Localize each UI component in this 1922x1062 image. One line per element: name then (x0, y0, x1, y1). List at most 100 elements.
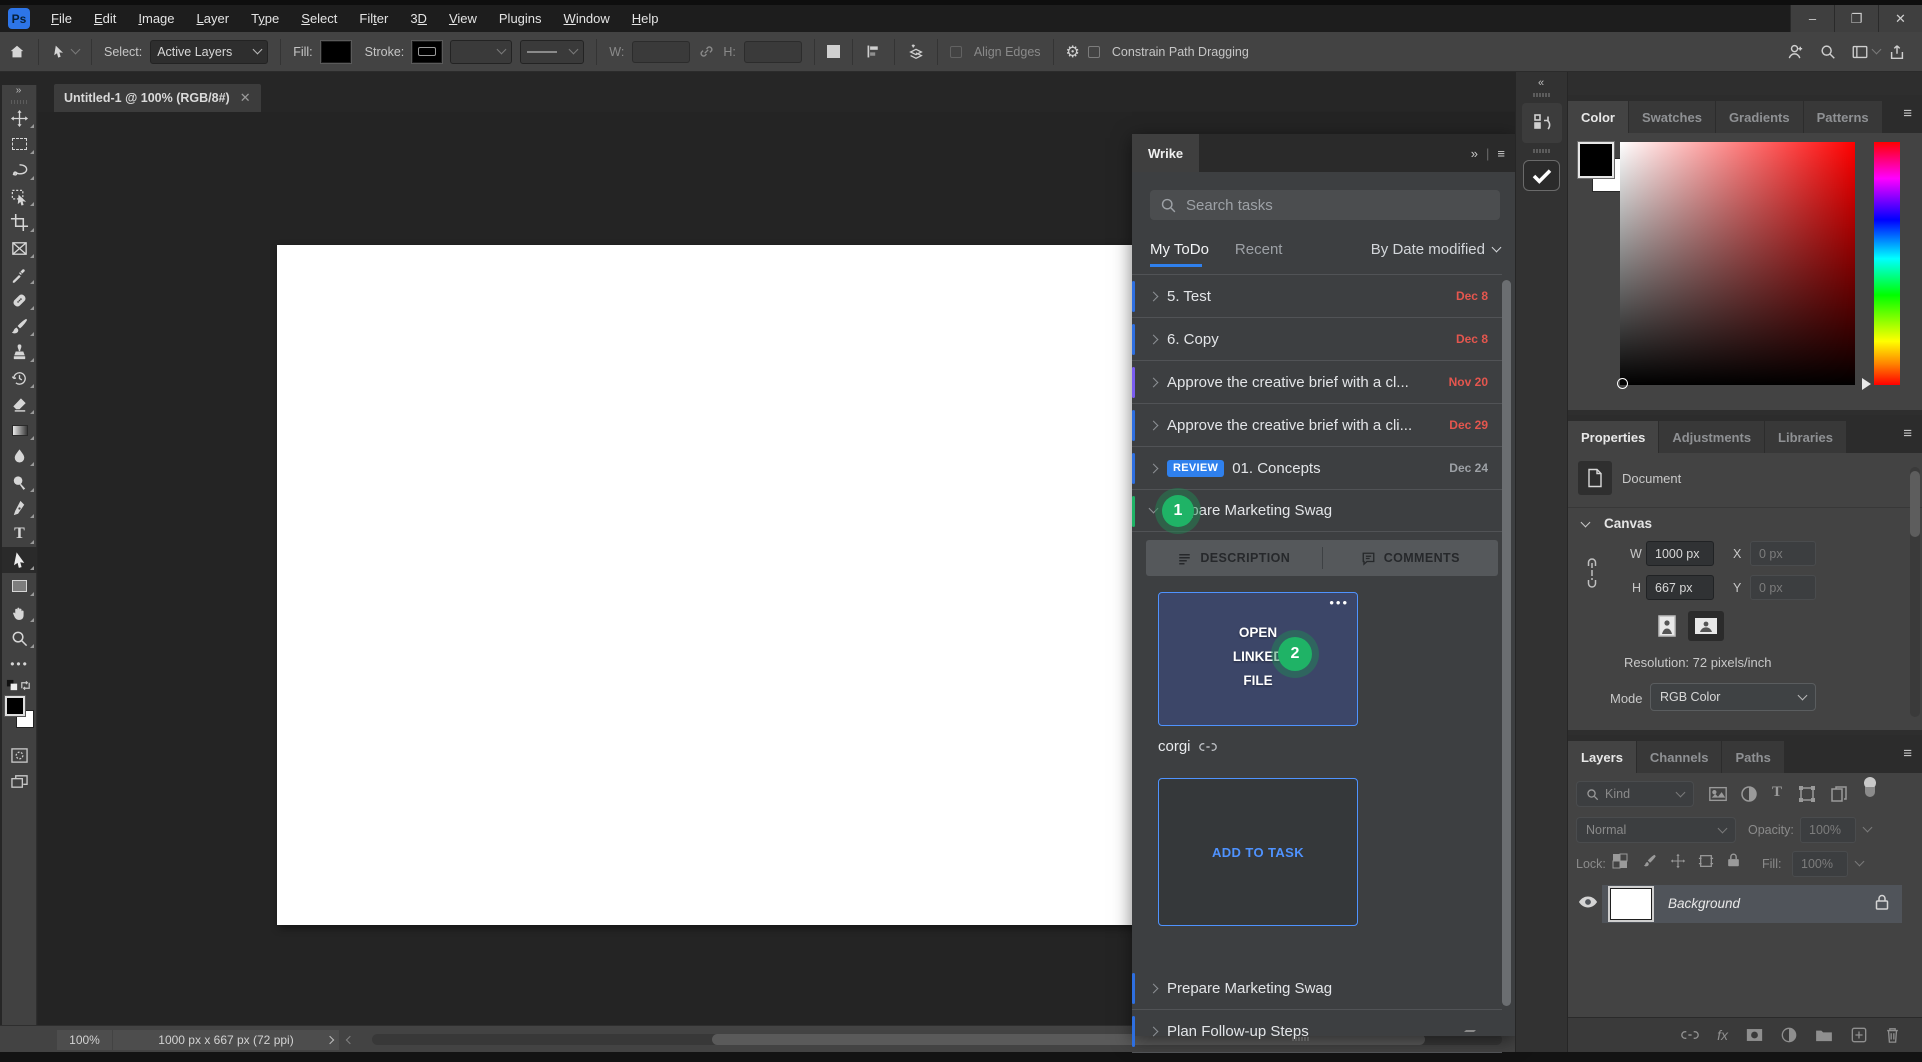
layer-thumbnail[interactable] (1610, 888, 1652, 920)
home-icon[interactable] (8, 43, 26, 61)
menu-view[interactable]: View (438, 11, 488, 26)
menu-3d[interactable]: 3D (399, 11, 438, 26)
zoom-tool[interactable] (2, 625, 37, 651)
panel-tab[interactable]: Swatches (1629, 101, 1716, 133)
linked-file-thumbnail[interactable]: ••• OPEN LINKED FILE 2 (1158, 592, 1358, 726)
fill-swatch[interactable] (321, 41, 351, 63)
chevron-right-icon[interactable] (1149, 377, 1159, 387)
task-row[interactable]: 5. Test Dec 8 (1132, 274, 1502, 317)
pen-tool[interactable] (2, 495, 37, 521)
panel-tab[interactable]: Channels (1637, 741, 1723, 773)
sort-dropdown[interactable]: By Date modified (1371, 241, 1500, 258)
open-linked-file-label[interactable]: OPEN LINKED FILE (1159, 621, 1357, 693)
menu-filter[interactable]: Filter (348, 11, 399, 26)
toolbar-collapse-icon[interactable]: » (2, 85, 36, 99)
document-close-icon[interactable]: ✕ (240, 90, 251, 106)
document-tab[interactable]: Untitled-1 @ 100% (RGB/8#) ✕ (54, 84, 261, 112)
hue-slider[interactable] (1874, 142, 1900, 385)
clone-stamp-tool[interactable] (2, 339, 37, 365)
eraser-tool[interactable] (2, 391, 37, 417)
panel-collapse-icon[interactable]: » (1471, 146, 1478, 161)
lock-transparency-icon[interactable] (1612, 853, 1628, 869)
link-dimensions-icon[interactable] (698, 43, 715, 60)
eyedropper-tool[interactable] (2, 261, 37, 287)
chevron-right-icon[interactable] (1149, 1026, 1159, 1036)
properties-scrollbar-thumb[interactable] (1910, 471, 1920, 537)
menu-select[interactable]: Select (290, 11, 348, 26)
properties-panel-menu-icon[interactable]: ≡ (1903, 425, 1922, 450)
minimize-button[interactable]: – (1790, 5, 1834, 32)
canvas-height-field[interactable]: 667 px (1646, 575, 1714, 600)
adjustment-layer-icon[interactable] (1781, 1027, 1797, 1043)
share-icon[interactable] (1888, 43, 1906, 61)
gradient-tool[interactable] (2, 417, 37, 443)
link-wh-icon[interactable] (1584, 555, 1600, 591)
history-brush-tool[interactable] (2, 365, 37, 391)
canvas-width-field[interactable]: 1000 px (1646, 541, 1714, 566)
filter-smart-objects-icon[interactable] (1830, 785, 1848, 803)
wrike-panel-grip[interactable] (1292, 1036, 1309, 1042)
search-box[interactable] (1150, 190, 1500, 220)
stroke-swatch[interactable] (412, 41, 442, 63)
search-input[interactable] (1186, 197, 1466, 214)
wrike-scrollbar-thumb[interactable] (1502, 280, 1511, 1006)
lock-image-icon[interactable] (1642, 853, 1658, 869)
attachment-name[interactable]: corgi (1158, 738, 1217, 755)
rectangular-marquee-tool[interactable] (2, 131, 37, 157)
wrike-scrollbar[interactable] (1502, 276, 1511, 1024)
path-arrangement-icon[interactable] (907, 43, 925, 61)
zoom-level-field[interactable]: 100% (57, 1030, 112, 1050)
portrait-orientation-button[interactable] (1652, 611, 1682, 641)
menu-type[interactable]: Type (240, 11, 290, 26)
workspace-icon[interactable] (1851, 43, 1880, 61)
add-to-task-button[interactable]: ADD TO TASK (1158, 778, 1358, 926)
menu-plugins[interactable]: Plugins (488, 11, 553, 26)
canvas[interactable] (277, 245, 1150, 925)
layer-visibility-eye-icon[interactable] (1578, 895, 1598, 909)
layer-name[interactable]: Background (1668, 896, 1740, 911)
layer-mask-icon[interactable] (1746, 1028, 1763, 1042)
link-layers-icon[interactable] (1681, 1029, 1699, 1041)
dock-expand-icon[interactable]: « (1516, 72, 1567, 92)
history-panel-icon[interactable] (1522, 103, 1562, 143)
thumbnail-menu-icon[interactable]: ••• (1329, 595, 1349, 610)
chevron-down-icon[interactable] (1149, 504, 1159, 514)
layer-filter-kind-dropdown[interactable]: Kind (1576, 781, 1694, 807)
panel-tab[interactable]: Properties (1568, 421, 1659, 453)
select-mode-dropdown[interactable]: Active Layers (150, 40, 268, 64)
menu-layer[interactable]: Layer (186, 11, 241, 26)
color-picker-indicator[interactable] (1617, 378, 1628, 389)
canvas-section-chevron[interactable] (1581, 518, 1591, 528)
delete-layer-icon[interactable] (1885, 1027, 1900, 1043)
panel-menu-icon[interactable]: ≡ (1497, 146, 1505, 161)
comments-tab[interactable]: COMMENTS (1323, 551, 1499, 566)
filter-shape-layers-icon[interactable] (1798, 785, 1816, 803)
chevron-right-icon[interactable] (1149, 463, 1159, 473)
shape-width-field[interactable] (632, 41, 690, 63)
wrike-plugin-icon[interactable] (1523, 160, 1560, 191)
properties-scrollbar[interactable] (1910, 467, 1920, 717)
align-edges-checkbox[interactable] (950, 46, 962, 58)
layers-panel-menu-icon[interactable]: ≡ (1903, 745, 1922, 770)
screen-mode-icon[interactable] (2, 768, 37, 794)
task-row[interactable]: Approve the creative brief with a cl... … (1132, 360, 1502, 403)
default-colors-icon[interactable] (6, 679, 19, 692)
panel-tab[interactable]: Patterns (1804, 101, 1883, 133)
layer-lock-icon[interactable] (1874, 893, 1890, 911)
task-row[interactable]: Approve the creative brief with a cli...… (1132, 403, 1502, 446)
path-operations-icon[interactable] (827, 45, 840, 58)
color-panel-menu-icon[interactable]: ≡ (1903, 105, 1922, 130)
shape-height-field[interactable] (744, 41, 802, 63)
panel-tab[interactable]: Gradients (1716, 101, 1804, 133)
spot-healing-brush-tool[interactable] (2, 287, 37, 313)
panel-tab[interactable]: Paths (1722, 741, 1784, 773)
stroke-width-dropdown[interactable] (450, 40, 512, 64)
panel-tab[interactable]: Color (1568, 101, 1629, 133)
tool-preset-icon[interactable] (51, 44, 79, 60)
move-tool[interactable] (2, 105, 37, 131)
chevron-right-icon[interactable] (1149, 420, 1159, 430)
saturation-brightness-field[interactable] (1620, 142, 1855, 385)
description-tab[interactable]: DESCRIPTION (1146, 551, 1322, 566)
tab-recent[interactable]: Recent (1235, 241, 1283, 258)
panel-tab[interactable]: Libraries (1765, 421, 1847, 453)
